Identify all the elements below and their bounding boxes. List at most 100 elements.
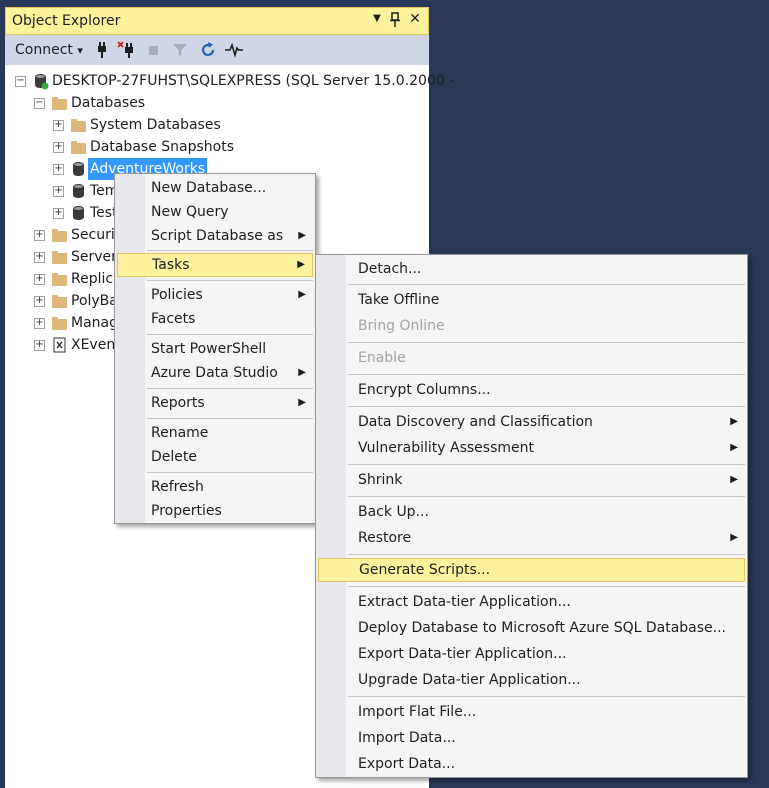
connect-plug-icon[interactable] xyxy=(91,39,113,61)
connect-label: Connect xyxy=(15,42,73,58)
menu-item-properties[interactable]: Properties xyxy=(117,499,313,523)
close-icon[interactable]: ✕ xyxy=(406,11,424,31)
menu-separator xyxy=(147,250,313,251)
collapse-icon[interactable]: − xyxy=(15,76,26,87)
submenu-arrow-icon: ▶ xyxy=(298,289,306,300)
expand-icon[interactable]: + xyxy=(53,120,64,131)
menu-separator xyxy=(147,280,313,281)
menu-separator xyxy=(348,554,745,555)
menu-item-azure-data-studio[interactable]: Azure Data Studio ▶ xyxy=(117,361,313,385)
expand-icon[interactable]: + xyxy=(53,186,64,197)
server-objects-label: Server xyxy=(71,249,117,265)
window-position-dropdown-icon[interactable]: ▼ xyxy=(368,13,386,33)
pin-icon[interactable] xyxy=(386,11,404,31)
filter-icon[interactable] xyxy=(169,39,191,61)
submenu-arrow-icon: ▶ xyxy=(730,474,738,485)
menu-separator xyxy=(348,464,745,465)
menu-item-export-data-tier[interactable]: Export Data-tier Application... xyxy=(318,642,745,666)
activity-monitor-icon[interactable] xyxy=(223,39,245,61)
expand-icon[interactable]: + xyxy=(34,274,45,285)
folder-icon xyxy=(52,293,68,309)
folder-icon xyxy=(52,315,68,331)
database-icon xyxy=(71,205,87,221)
menu-item-data-discovery[interactable]: Data Discovery and Classification ▶ xyxy=(318,410,745,434)
menu-separator xyxy=(147,472,313,473)
menu-separator xyxy=(348,586,745,587)
system-databases-label: System Databases xyxy=(90,117,221,133)
menu-item-rename[interactable]: Rename xyxy=(117,421,313,445)
expand-icon[interactable]: + xyxy=(34,318,45,329)
menu-item-extract-data-tier[interactable]: Extract Data-tier Application... xyxy=(318,590,745,614)
expand-icon[interactable]: + xyxy=(34,252,45,263)
database-icon xyxy=(71,183,87,199)
management-label: Manag xyxy=(71,315,118,331)
menu-item-import-flat-file[interactable]: Import Flat File... xyxy=(318,700,745,724)
folder-icon xyxy=(52,227,68,243)
menu-item-delete[interactable]: Delete xyxy=(117,445,313,469)
expand-icon[interactable]: + xyxy=(53,142,64,153)
database-context-menu: New Database... New Query Script Databas… xyxy=(114,173,316,524)
connect-button[interactable]: Connect ▾ xyxy=(15,42,83,58)
submenu-arrow-icon: ▶ xyxy=(730,532,738,543)
menu-item-vulnerability-assessment[interactable]: Vulnerability Assessment ▶ xyxy=(318,436,745,460)
disconnect-icon[interactable] xyxy=(116,39,138,61)
menu-item-generate-scripts[interactable]: Generate Scripts... xyxy=(318,558,745,582)
tasks-submenu: Detach... Take Offline Bring Online Enab… xyxy=(315,254,748,778)
expand-icon[interactable]: + xyxy=(34,296,45,307)
menu-item-bring-online[interactable]: Bring Online xyxy=(318,314,745,338)
expand-icon[interactable]: + xyxy=(53,208,64,219)
menu-item-take-offline[interactable]: Take Offline xyxy=(318,288,745,312)
menu-separator xyxy=(147,334,313,335)
menu-item-import-data[interactable]: Import Data... xyxy=(318,726,745,750)
menu-item-restore[interactable]: Restore ▶ xyxy=(318,526,745,550)
refresh-icon[interactable] xyxy=(197,39,219,61)
menu-separator xyxy=(348,342,745,343)
polybase-label: PolyBa xyxy=(71,293,118,309)
menu-item-deploy-azure[interactable]: Deploy Database to Microsoft Azure SQL D… xyxy=(318,616,745,640)
menu-item-encrypt-columns[interactable]: Encrypt Columns... xyxy=(318,378,745,402)
submenu-arrow-icon: ▶ xyxy=(730,416,738,427)
menu-item-tasks[interactable]: Tasks ▶ xyxy=(117,253,313,277)
menu-item-upgrade-data-tier[interactable]: Upgrade Data-tier Application... xyxy=(318,668,745,692)
expand-icon[interactable]: + xyxy=(34,340,45,351)
expand-icon[interactable]: + xyxy=(53,164,64,175)
menu-item-shrink[interactable]: Shrink ▶ xyxy=(318,468,745,492)
folder-icon xyxy=(52,249,68,265)
submenu-arrow-icon: ▶ xyxy=(298,230,306,241)
menu-item-refresh[interactable]: Refresh xyxy=(117,475,313,499)
chevron-down-icon: ▾ xyxy=(77,44,83,57)
databases-label: Databases xyxy=(71,95,146,111)
menu-separator xyxy=(348,406,745,407)
menu-item-detach[interactable]: Detach... xyxy=(318,257,745,281)
database-icon xyxy=(71,161,87,177)
expand-icon[interactable]: + xyxy=(34,230,45,241)
submenu-arrow-icon: ▶ xyxy=(297,259,305,270)
folder-icon xyxy=(71,117,87,133)
menu-item-export-data[interactable]: Export Data... xyxy=(318,752,745,776)
folder-icon xyxy=(52,95,68,111)
security-label: Securit xyxy=(71,227,121,243)
collapse-icon[interactable]: − xyxy=(34,98,45,109)
folder-icon xyxy=(52,271,68,287)
menu-separator xyxy=(348,696,745,697)
menu-item-start-powershell[interactable]: Start PowerShell xyxy=(117,337,313,361)
menu-item-new-database[interactable]: New Database... xyxy=(117,176,313,200)
server-label: DESKTOP-27FUHST\SQLEXPRESS (SQL Server 1… xyxy=(52,73,455,89)
submenu-arrow-icon: ▶ xyxy=(730,442,738,453)
menu-item-script-database-as[interactable]: Script Database as ▶ xyxy=(117,224,313,248)
menu-separator xyxy=(348,374,745,375)
menu-item-new-query[interactable]: New Query xyxy=(117,200,313,224)
submenu-arrow-icon: ▶ xyxy=(298,397,306,408)
menu-item-facets[interactable]: Facets xyxy=(117,307,313,331)
stop-icon[interactable] xyxy=(143,39,165,61)
menu-item-reports[interactable]: Reports ▶ xyxy=(117,391,313,415)
menu-separator xyxy=(147,388,313,389)
folder-icon xyxy=(71,139,87,155)
database-snapshots-label: Database Snapshots xyxy=(90,139,234,155)
menu-item-back-up[interactable]: Back Up... xyxy=(318,500,745,524)
menu-item-enable[interactable]: Enable xyxy=(318,346,745,370)
menu-item-policies[interactable]: Policies ▶ xyxy=(117,283,313,307)
menu-separator xyxy=(348,496,745,497)
replication-label: Replic xyxy=(71,271,114,287)
menu-separator xyxy=(348,284,745,285)
